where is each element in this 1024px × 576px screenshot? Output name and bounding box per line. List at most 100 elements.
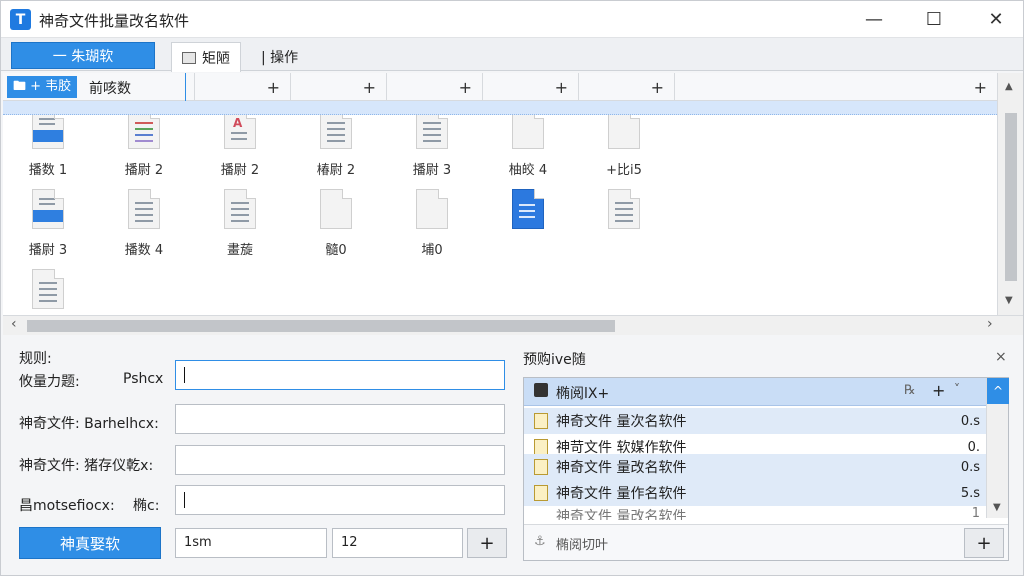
column-plus-icon: + <box>554 77 568 97</box>
preview-close-icon[interactable]: × <box>995 349 1007 365</box>
scroll-down-icon[interactable]: ▼ <box>993 502 1001 513</box>
file-label: 髓0 <box>325 243 347 258</box>
file-item[interactable]: 播数 1 <box>13 109 83 181</box>
preview-row-value: 5.s <box>960 485 980 501</box>
file-grid[interactable]: 播数 1 播尉 2 A 播尉 2 椿尉 2 播尉 3 柚皎 4 +比i5 播尉 3 播数 4 畫蔙 髓… <box>3 101 997 315</box>
rule-input-1[interactable] <box>175 360 505 390</box>
file-item[interactable]: 播尉 3 <box>397 109 467 181</box>
rule-input-3[interactable] <box>175 445 505 475</box>
preview-row[interactable]: 神奇文件 量次名软件 0.s <box>524 408 986 434</box>
document-icon <box>32 269 64 309</box>
digits-input[interactable]: 12 <box>332 528 463 558</box>
column-header-6[interactable]: + <box>675 73 997 101</box>
scroll-left-icon[interactable]: ‹ <box>11 316 17 332</box>
file-label: 椿尉 2 <box>316 163 356 178</box>
file-item[interactable] <box>493 189 563 261</box>
tab-files[interactable]: 矩陋 <box>171 42 241 72</box>
scroll-up-icon[interactable]: ^ <box>987 378 1009 404</box>
rules-title: 规则: <box>19 351 52 367</box>
preview-title: 预购ive随 <box>523 352 586 368</box>
rule-label-1: 攸量力题: <box>19 374 80 390</box>
scroll-up-icon[interactable]: ▲ <box>1005 81 1013 92</box>
file-icon <box>534 439 548 455</box>
rule-input-2[interactable] <box>175 404 505 434</box>
column-plus-icon: + <box>973 77 987 97</box>
title-bar: T 神奇文件批量改名软件 — ☐ ✕ <box>1 1 1023 37</box>
file-item[interactable]: 播尉 2 <box>109 109 179 181</box>
horizontal-scroll-thumb[interactable] <box>27 320 615 332</box>
rule-label-4: 昌motsefiocx: <box>19 498 115 514</box>
start-number-input[interactable]: 1sm <box>175 528 327 558</box>
preview-header-label: 椭阅lX+ <box>556 386 610 402</box>
file-label: 播尉 3 <box>412 163 452 178</box>
path-chip[interactable]: 🖿 + 韦胶 <box>7 76 78 98</box>
column-header-1[interactable]: + <box>195 73 291 101</box>
file-item[interactable]: 柚皎 4 <box>493 109 563 181</box>
preview-row-value: 0.s <box>960 459 980 475</box>
link-icon: ⚓ <box>534 534 546 549</box>
preview-row[interactable]: 神奇文件 量改名软件 1 <box>524 506 986 520</box>
column-header-5[interactable]: + <box>579 73 675 101</box>
preview-row[interactable]: 神奇文件 量作名软件 5.s <box>524 480 986 506</box>
file-item[interactable]: +比i5 <box>589 109 659 181</box>
document-icon <box>512 189 544 229</box>
column-header-2[interactable]: + <box>291 73 387 101</box>
column-plus-icon: + <box>458 77 472 97</box>
preview-footer: ⚓ 椭阅切叶 + <box>524 524 1008 560</box>
chevron-down-icon[interactable]: ˅ <box>954 382 960 396</box>
path-text: 前咳数 <box>89 81 131 97</box>
preview-tool-icon[interactable]: ℞ <box>904 383 916 398</box>
file-item[interactable]: 埔0 <box>397 189 467 261</box>
add-rule-button[interactable]: + <box>467 528 507 558</box>
document-icon <box>224 189 256 229</box>
tab-operations-label: | 操作 <box>261 50 299 66</box>
window-title: 神奇文件批量改名软件 <box>39 12 190 30</box>
document-icon <box>32 109 64 149</box>
rule-sublabel-4: 椭c: <box>133 498 160 514</box>
maximize-button[interactable]: ☐ <box>911 1 957 37</box>
column-header-4[interactable]: + <box>483 73 579 101</box>
preview-footer-label: 椭阅切叶 <box>556 538 609 553</box>
document-icon <box>416 109 448 149</box>
scroll-down-icon[interactable]: ▼ <box>1005 295 1013 306</box>
preview-header-row[interactable]: 椭阅lX+ ℞ + ˅ <box>524 378 1008 406</box>
tab-page-icon <box>182 51 196 64</box>
document-icon <box>320 109 352 149</box>
file-item[interactable]: 畫蔙 <box>205 189 275 261</box>
minimize-button[interactable]: — <box>851 1 897 37</box>
file-item[interactable] <box>13 269 83 315</box>
file-item[interactable]: A 播尉 2 <box>205 109 275 181</box>
file-label: 播尉 2 <box>220 163 260 178</box>
preview-list[interactable]: 椭阅lX+ ℞ + ˅ 神奇文件 量次名软件 0.s 神苛文件 软媒作软件 0.… <box>523 377 1009 561</box>
document-icon <box>512 109 544 149</box>
file-label: 畫蔙 <box>226 243 253 258</box>
run-rename-button[interactable]: 神真娶软 <box>19 527 161 559</box>
rule-label-3: 神奇文件: 猪存仪乾x: <box>19 458 154 474</box>
column-header-3[interactable]: + <box>387 73 483 101</box>
file-label: 播数 4 <box>124 243 164 258</box>
preview-vertical-scrollbar[interactable]: ^ ▼ <box>986 378 1009 518</box>
vertical-scroll-thumb[interactable] <box>1005 113 1017 281</box>
document-icon <box>128 109 160 149</box>
preview-add-button[interactable]: + <box>964 528 1004 558</box>
scroll-right-icon[interactable]: › <box>987 316 993 332</box>
file-item[interactable]: 髓0 <box>301 189 371 261</box>
close-button[interactable]: ✕ <box>973 1 1019 37</box>
file-item[interactable]: 播尉 3 <box>13 189 83 261</box>
add-files-button[interactable]: 一 朱瑚软 <box>11 42 155 69</box>
preview-row-value: 1 <box>971 506 980 520</box>
document-icon <box>320 189 352 229</box>
file-grid-vertical-scrollbar[interactable]: ▲ ▼ <box>997 73 1023 315</box>
file-grid-horizontal-scrollbar[interactable]: ‹ › <box>3 315 1023 335</box>
column-plus-icon: + <box>266 77 280 97</box>
file-item[interactable]: 播数 4 <box>109 189 179 261</box>
document-icon <box>608 189 640 229</box>
preview-row[interactable]: 神奇文件 量改名软件 0.s <box>524 454 986 480</box>
file-item[interactable]: 椿尉 2 <box>301 109 371 181</box>
document-icon <box>608 109 640 149</box>
file-item[interactable] <box>589 189 659 261</box>
app-window: T 神奇文件批量改名软件 — ☐ ✕ 一 朱瑚软 矩陋 | 操作 + + + +… <box>0 0 1024 576</box>
rule-input-4[interactable] <box>175 485 505 515</box>
preview-add-icon[interactable]: + <box>932 381 945 400</box>
tab-operations[interactable]: | 操作 <box>251 42 308 72</box>
